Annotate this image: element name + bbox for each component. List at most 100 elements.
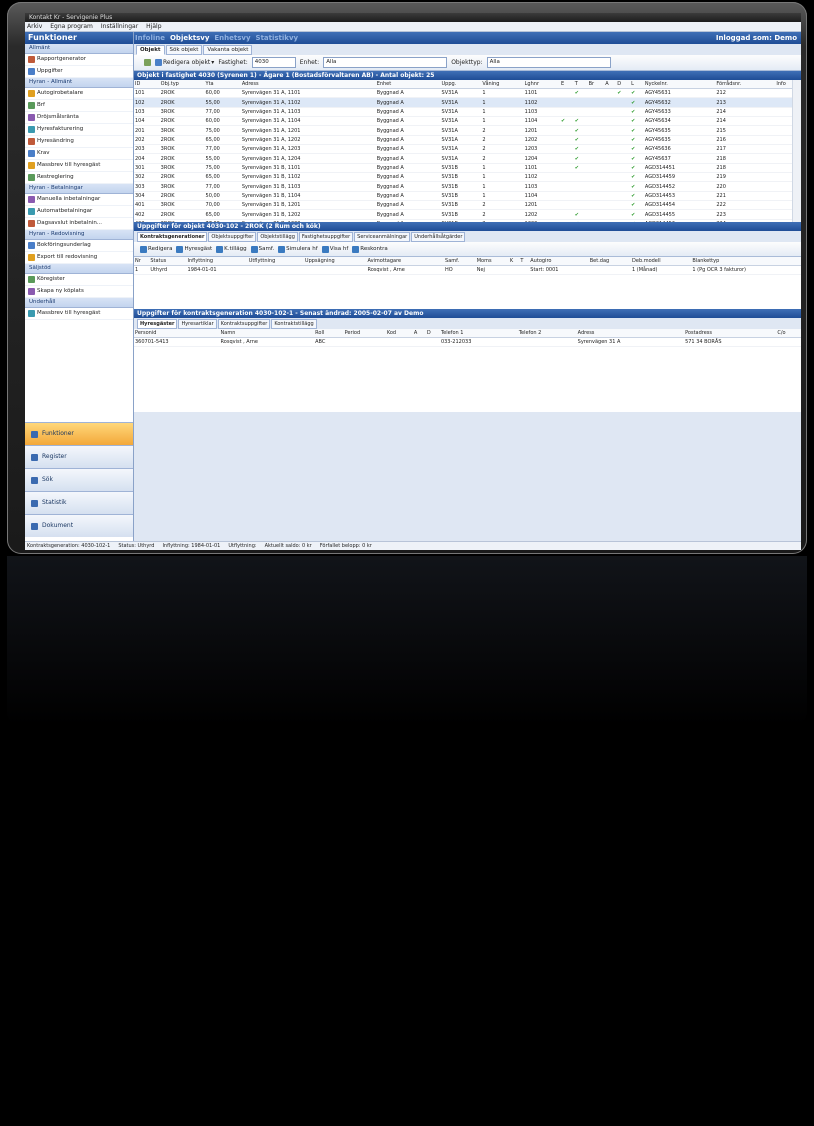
generation-column-header[interactable]: Samf. (444, 257, 476, 266)
function-item[interactable]: Krav (25, 148, 133, 160)
table-row[interactable]: 304 2ROK 50,00 Syrenvägen 31 B, 1104 Byggnad… (134, 191, 801, 202)
objects-scrollbar[interactable] (792, 80, 801, 222)
generation-column-header[interactable]: Status (149, 257, 187, 266)
function-item[interactable]: Autogirobetalare (25, 88, 133, 100)
tenant-column-header[interactable]: Period (343, 329, 386, 338)
function-item[interactable]: Hyresändring (25, 136, 133, 148)
toolbar-button[interactable]: Redigera (140, 245, 172, 253)
nav-statistik[interactable]: Statistik (25, 491, 133, 514)
view-tab[interactable]: Objektsvy (170, 32, 209, 44)
function-item[interactable]: Automatbetalningar (25, 206, 133, 218)
objects-column-header[interactable]: Våning (481, 80, 524, 89)
table-row[interactable]: 402 2ROK 65,00 Syrenvägen 31 B, 1202 Byggnad… (134, 209, 801, 220)
tenant-column-header[interactable]: Telefon 2 (517, 329, 577, 338)
objects-column-header[interactable]: Uppg. (440, 80, 482, 89)
toolbar-button[interactable]: Visa hf (321, 245, 348, 253)
table-row[interactable]: 360701-5413 Rosqvist , Arne ABC 033-212033 S… (134, 337, 801, 348)
function-group[interactable]: Hyran - Betalningar (25, 184, 133, 194)
generation-column-header[interactable]: Autogiro (529, 257, 589, 266)
tenant-column-header[interactable]: C/o (776, 329, 801, 338)
nav-register[interactable]: Register (25, 445, 133, 468)
function-group[interactable]: Hyran - Allmänt (25, 78, 133, 88)
generation-column-header[interactable]: Bet.dag (588, 257, 632, 266)
generation-column-header[interactable]: Inflyttning (186, 257, 248, 266)
subtab[interactable]: Vakanta objekt (203, 45, 253, 55)
contract-tab[interactable]: Kontraktstillägg (271, 319, 317, 329)
enhet-select[interactable]: Alla (323, 57, 448, 68)
tenant-column-header[interactable]: Telefon 1 (439, 329, 518, 338)
objects-column-header[interactable]: Yta (204, 80, 241, 89)
function-group[interactable]: Hyran - Redovisning (25, 230, 133, 240)
objects-column-header[interactable]: Br (587, 80, 605, 89)
function-item[interactable]: Rapportgenerator (25, 54, 133, 66)
detail-tab[interactable]: Serviceanmälningar (354, 232, 411, 242)
objects-column-header[interactable]: Enhet (375, 80, 441, 89)
generation-column-header[interactable]: Blankettyp (691, 257, 801, 266)
nav-dokument[interactable]: Dokument (25, 514, 133, 537)
function-item[interactable]: Brf (25, 100, 133, 112)
generation-column-header[interactable]: K (508, 257, 520, 266)
table-row[interactable]: 102 2ROK 55,00 Syrenvägen 31 A, 1102 Byggnad… (134, 97, 801, 108)
tenant-column-header[interactable]: Namn (219, 329, 315, 338)
detail-tab[interactable]: Underhållsåtgärder (411, 232, 466, 242)
edit-object-button[interactable]: Redigera objekt ▾ (155, 59, 214, 66)
view-tab[interactable]: Infoline (135, 32, 165, 44)
table-row[interactable]: 302 2ROK 65,00 Syrenvägen 31 B, 1102 Byggnad… (134, 172, 801, 183)
function-item[interactable]: Uppgifter (25, 66, 133, 78)
function-item[interactable]: Bokföringsunderlag (25, 240, 133, 252)
objects-column-header[interactable]: Adress (240, 80, 376, 89)
tenant-column-header[interactable]: Postadress (684, 329, 777, 338)
table-row[interactable]: 203 3ROK 77,00 Syrenvägen 31 A, 1203 Byggnad… (134, 144, 801, 155)
tenant-column-header[interactable]: D (425, 329, 440, 338)
function-group[interactable]: Underhåll (25, 298, 133, 308)
tenant-column-header[interactable]: Adress (576, 329, 685, 338)
table-row[interactable]: 301 3ROK 75,00 Syrenvägen 31 B, 1101 Byggnad… (134, 163, 801, 174)
menu-item[interactable]: Hjälp (146, 22, 161, 31)
toolbar-button[interactable]: Samf. (250, 245, 274, 253)
table-row[interactable]: 104 2ROK 60,00 Syrenvägen 31 A, 1104 Byggnad… (134, 116, 801, 127)
table-row[interactable]: 303 3ROK 77,00 Syrenvägen 31 B, 1103 Byggnad… (134, 181, 801, 192)
generation-column-header[interactable]: Moms (475, 257, 509, 266)
objects-column-header[interactable]: A (604, 80, 617, 89)
toolbar-button[interactable]: Simulera hf (278, 245, 318, 253)
detail-tab[interactable]: Objektsuppgifter (208, 232, 257, 242)
table-row[interactable]: 204 2ROK 55,00 Syrenvägen 31 A, 1204 Byggnad… (134, 153, 801, 164)
table-row[interactable]: 4033ROK77,00Syrenvägen 31 B, 1203Byggnad… (134, 219, 801, 222)
objects-column-header[interactable]: Lghnr (523, 80, 561, 89)
generation-column-header[interactable]: T (519, 257, 530, 266)
table-row[interactable]: 101 2ROK 60,00 Syrenvägen 31 A, 1101 Byggnad… (134, 88, 801, 99)
function-item[interactable]: Restreglering (25, 172, 133, 184)
function-item[interactable]: Köregister (25, 274, 133, 286)
detail-tab[interactable]: Fastighetsuppgifter (298, 232, 354, 242)
function-group[interactable]: Säljstöd (25, 264, 133, 274)
menu-item[interactable]: Inställningar (101, 22, 138, 31)
menu-item[interactable]: Egna program (50, 22, 93, 31)
toolbar-button[interactable]: Hyresgäst (176, 245, 212, 253)
objects-column-header[interactable]: D (616, 80, 631, 89)
function-item[interactable]: Export till redovisning (25, 252, 133, 264)
generation-column-header[interactable]: Nr (134, 257, 150, 266)
objects-column-header[interactable]: T (573, 80, 588, 89)
table-row[interactable]: 401 3ROK 70,00 Syrenvägen 31 B, 1201 Byggnad… (134, 200, 801, 211)
detail-tab[interactable]: Kontraktsgenerationer (137, 232, 208, 242)
function-item[interactable]: Dagsavslut inbetalnin... (25, 218, 133, 230)
objects-column-header[interactable]: Förrådsnr. (715, 80, 776, 89)
function-item[interactable]: Massbrev till hyresgäst (25, 308, 133, 320)
nav-sök[interactable]: Sök (25, 468, 133, 491)
table-row[interactable]: 201 3ROK 75,00 Syrenvägen 31 A, 1201 Byggnad… (134, 125, 801, 136)
detail-tab[interactable]: Objektstillägg (257, 232, 298, 242)
menu-item[interactable]: Arkiv (27, 22, 42, 31)
objects-column-header[interactable]: E (560, 80, 574, 89)
table-row[interactable]: 202 2ROK 65,00 Syrenvägen 31 A, 1202 Byggnad… (134, 135, 801, 146)
subtab[interactable]: Objekt (136, 45, 165, 55)
contract-tab[interactable]: Kontraktsuppgifter (217, 319, 271, 329)
view-tab[interactable]: Enhetsvy (214, 32, 250, 44)
function-item[interactable]: Manuella inbetalningar (25, 194, 133, 206)
objects-column-header[interactable]: Nyckelnr. (643, 80, 716, 89)
generation-column-header[interactable]: Avimottagare (366, 257, 445, 266)
objects-column-header[interactable]: ID (134, 80, 160, 89)
toolbar-button[interactable]: K.tillägg (216, 245, 247, 253)
tenant-column-header[interactable]: A (412, 329, 426, 338)
generation-column-header[interactable]: Uppsägning (303, 257, 367, 266)
table-row[interactable]: 1 Uthyrd 1984-01-01 Rosqvist , Arne HO Nej Sta… (134, 265, 801, 276)
